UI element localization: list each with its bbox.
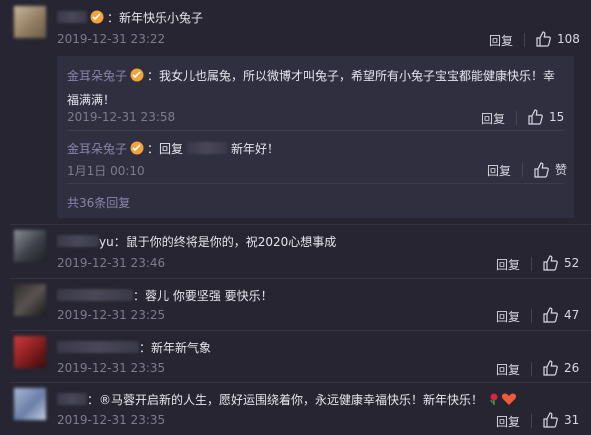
thumb-up-icon <box>542 412 558 428</box>
vip-badge-icon <box>129 141 145 158</box>
subreply-text-tail: 新年好！ <box>231 142 280 156</box>
divider <box>516 111 517 125</box>
divider <box>531 414 532 428</box>
vip-badge-icon <box>129 67 145 89</box>
comment-time: 2019-12-31 23:25 <box>57 308 166 322</box>
like-count: 31 <box>564 413 580 427</box>
comment-time: 2019-12-31 23:22 <box>57 32 166 46</box>
thumb-up-icon <box>533 161 549 178</box>
comment-text-row: ：®马蓉开启新的人生，愿好运围绕着你，永远健康幸福快乐！新年快乐！ <box>57 391 517 409</box>
reply-button[interactable]: 回复 <box>496 308 520 325</box>
comment-separator <box>10 330 591 331</box>
comment-separator <box>10 382 591 383</box>
reply-button[interactable]: 回复 <box>489 32 513 49</box>
mentioned-username[interactable] <box>187 142 228 154</box>
avatar[interactable] <box>14 6 46 38</box>
comment-time: 2019-12-31 23:35 <box>57 361 166 375</box>
like-count: 赞 <box>555 163 568 177</box>
comment-text-row: ：新年快乐小兔子 <box>57 9 203 27</box>
rose-emoji-icon <box>487 392 501 409</box>
subreply-divider <box>67 183 564 184</box>
comment-text-row: ：新年新气象 <box>57 339 211 356</box>
subreply-text: ：回复 <box>147 142 184 156</box>
like-count: 47 <box>564 308 580 322</box>
username[interactable] <box>57 341 139 353</box>
thumb-up-icon <box>542 307 558 323</box>
like-count: 15 <box>549 110 565 124</box>
reply-button[interactable]: 回复 <box>496 361 520 378</box>
divider <box>531 257 532 271</box>
subreply-time: 2019-12-31 23:58 <box>67 110 176 124</box>
like-button[interactable]: 47 <box>542 307 579 323</box>
like-count: 52 <box>564 256 580 270</box>
comment-time: 2019-12-31 23:35 <box>57 413 166 427</box>
comment-time: 2019-12-31 23:46 <box>57 256 166 270</box>
divider <box>522 163 523 177</box>
comment-text-row: ：蓉儿 你要坚强 要快乐！ <box>57 287 273 304</box>
like-count: 108 <box>557 32 580 46</box>
subreply-username[interactable]: 金耳朵兔子 <box>67 142 127 156</box>
comment-text: ：蓉儿 你要坚强 要快乐！ <box>133 289 273 303</box>
subreply-text-row: 金耳朵兔子 ：我女儿也属兔，所以微博才叫兔子，希望所有小兔子宝宝都能健康快乐！幸 … <box>67 65 567 111</box>
reply-button[interactable]: 回复 <box>481 110 505 127</box>
like-button[interactable]: 26 <box>542 360 579 376</box>
thumb-up-icon <box>542 360 558 376</box>
like-button[interactable]: 15 <box>527 109 564 125</box>
thumb-up-icon <box>527 109 543 125</box>
subreply-time: 1月1日 00:10 <box>67 164 145 178</box>
reply-button[interactable]: 回复 <box>487 162 511 179</box>
subreply-text-row: 金耳朵兔子 ：回复 新年好！ <box>67 140 279 158</box>
comment-text: ：新年快乐小兔子 <box>107 11 204 25</box>
vip-badge-icon <box>89 10 105 27</box>
thumb-up-icon <box>542 255 558 271</box>
like-button[interactable]: 31 <box>542 412 579 428</box>
avatar[interactable] <box>14 388 46 420</box>
like-button[interactable]: 赞 <box>533 161 567 178</box>
avatar[interactable] <box>14 284 46 316</box>
reply-button[interactable]: 回复 <box>496 413 520 430</box>
avatar[interactable] <box>14 230 46 262</box>
thumb-up-icon <box>535 31 551 47</box>
comment-separator <box>10 278 591 279</box>
username[interactable] <box>57 289 133 301</box>
like-count: 26 <box>564 361 580 375</box>
more-replies-link[interactable]: 共36条回复 <box>67 194 130 211</box>
subreply-text: ：我女儿也属兔，所以微博才叫兔子，希望所有小兔子宝宝都能健康快乐！幸 <box>147 69 556 83</box>
username[interactable] <box>57 11 87 23</box>
reply-button[interactable]: 回复 <box>496 256 520 273</box>
heart-emoji-icon <box>501 392 517 409</box>
username[interactable] <box>57 393 87 405</box>
subreply-divider <box>67 130 564 131</box>
comment-separator <box>10 224 591 225</box>
divider <box>531 309 532 323</box>
like-button[interactable]: 108 <box>535 31 580 47</box>
comment-text-row: yu：鼠于你的终将是你的，祝2020心想事成 <box>57 233 336 250</box>
comment-text: ：®马蓉开启新的人生，愿好运围绕着你，永远健康幸福快乐！新年快乐！ <box>87 393 484 407</box>
avatar[interactable] <box>14 336 46 368</box>
divider <box>524 33 525 47</box>
subreply-username[interactable]: 金耳朵兔子 <box>67 69 127 83</box>
like-button[interactable]: 52 <box>542 255 579 271</box>
comment-text: yu：鼠于你的终将是你的，祝2020心想事成 <box>99 235 337 249</box>
username[interactable] <box>57 235 99 247</box>
comment-text: ：新年新气象 <box>139 341 212 355</box>
subreply-text-line2: 福满满！ <box>67 93 116 107</box>
divider <box>531 362 532 376</box>
